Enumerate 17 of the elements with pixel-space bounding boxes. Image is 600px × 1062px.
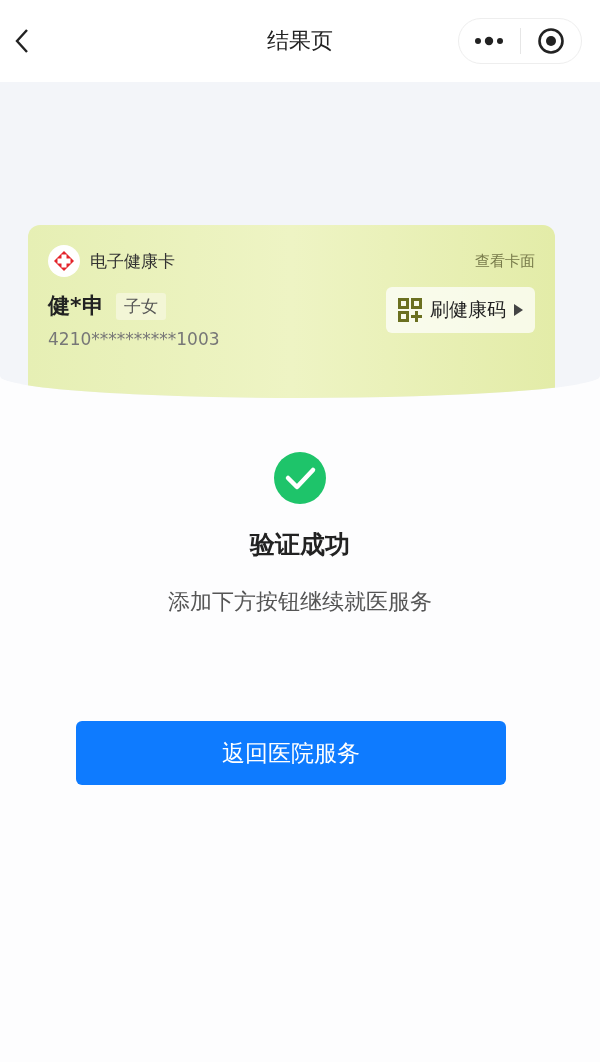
target-icon [536,27,565,55]
return-button[interactable]: 返回医院服务 [76,721,506,785]
page-title: 结果页 [267,27,333,55]
card-title: 电子健康卡 [90,249,175,273]
health-card[interactable]: 电子健康卡 查看卡面 健*申 子女 4210**********1003 刷健康码 [28,225,555,398]
id-number: 4210**********1003 [48,329,220,349]
success-check-icon [274,452,326,504]
view-card-link[interactable]: 查看卡面 [475,251,535,271]
holder-name: 健*申 [48,292,104,320]
health-card-logo-icon [48,245,80,277]
relation-tag: 子女 [115,292,166,320]
result-title: 验证成功 [250,529,350,561]
triangle-icon [514,304,523,316]
result-message: 添加下方按钮继续就医服务 [168,588,432,616]
qr-code-icon [398,298,422,322]
more-icon [474,36,505,46]
health-code-button[interactable]: 刷健康码 [386,287,535,333]
